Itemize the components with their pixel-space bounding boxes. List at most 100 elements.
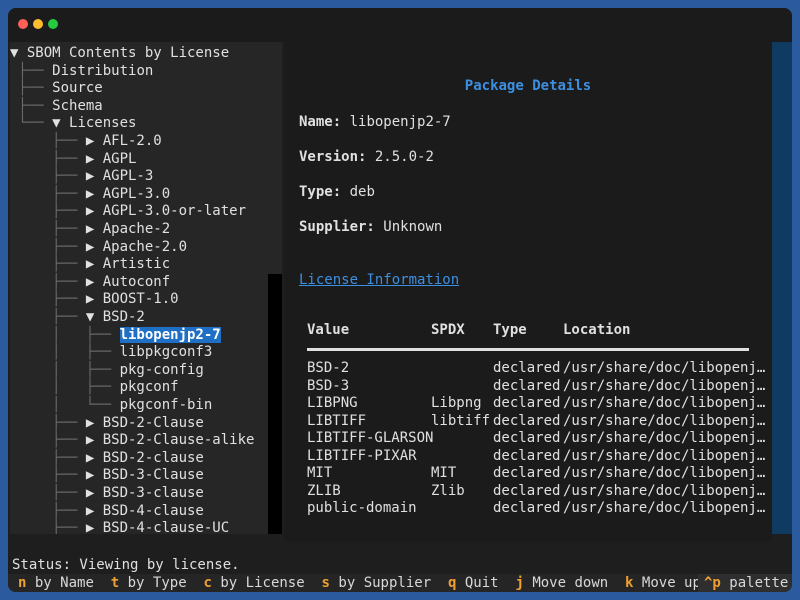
keybinding-key: j (515, 575, 524, 591)
table-cell: declared (493, 465, 561, 481)
license-information-link[interactable]: License Information (299, 272, 459, 288)
tree-branch-glyph: ├── ▶ (10, 485, 103, 501)
table-cell: /usr/share/doc/libopenj… (563, 482, 766, 499)
table-cell: LIBPNG (307, 395, 358, 411)
supplier-value: Unknown (383, 219, 443, 235)
tree-license-item[interactable]: ├── ▶ BSD-4-clause-UC (10, 519, 229, 534)
keybinding-label: by Type (127, 575, 187, 591)
keybinding-label: by License (220, 575, 305, 591)
tree-license-item[interactable]: ├── ▶ Autoconf (10, 273, 170, 291)
tree-item[interactable]: ├── Distribution (10, 62, 153, 80)
tree-node-label: Apache-2 (102, 221, 171, 237)
tree-node-label: AFL-2.0 (102, 133, 162, 149)
tree-scrollbar-thumb[interactable] (268, 42, 282, 274)
table-cell: BSD-2 (307, 360, 350, 376)
tree-package-item[interactable]: │ ├── libopenjp2-7 (10, 326, 221, 344)
tree-node-label: libpkgconf3 (119, 344, 213, 361)
keybinding[interactable]: c by License (204, 575, 322, 591)
tree-license-item[interactable]: ├── ▶ Artistic (10, 255, 170, 273)
tree-node-label: AGPL-3.0-or-later (102, 203, 247, 220)
status-bar: Status: Viewing by license. (8, 556, 792, 574)
close-window-button[interactable] (18, 19, 28, 29)
maximize-window-button[interactable] (48, 19, 58, 29)
keybinding-key: t (110, 575, 120, 591)
table-header-divider (307, 348, 749, 351)
tree-node-label: BOOST-1.0 (102, 291, 179, 308)
table-cell: /usr/share/doc/libopenj… (563, 395, 766, 411)
tree-license-item[interactable]: ├── ▶ AGPL (10, 150, 136, 168)
tree-license-item[interactable]: ├── ▶ BSD-2-clause (10, 449, 204, 467)
tree-package-item[interactable]: │ ├── pkgconf (10, 378, 178, 396)
table-cell: declared (493, 430, 561, 446)
tree-branch-glyph: ├── ▶ (10, 502, 103, 519)
tree-item[interactable]: ├── Source (10, 79, 102, 97)
table-cell: Zlib (431, 482, 465, 499)
column-header-spdx: SPDX (431, 322, 465, 338)
table-cell: LIBTIFF (307, 412, 367, 429)
license-tree[interactable]: ▼ SBOM Contents by License ├── Distribut… (10, 42, 268, 534)
tree-node-label: Schema (52, 97, 103, 114)
table-cell: /usr/share/doc/libopenj… (563, 430, 766, 446)
tree-package-item[interactable]: │ ├── pkg-config (10, 361, 204, 379)
right-edge-bar (772, 42, 792, 534)
supplier-field: Supplier: Unknown (299, 219, 442, 235)
tree-node-label: SBOM Contents by License (26, 45, 230, 61)
minimize-window-button[interactable] (33, 19, 43, 29)
tree-branch-glyph: │ ├── (10, 361, 120, 378)
tree-package-item[interactable]: │ ├── libpkgconf3 (10, 343, 212, 361)
table-cell: BSD-3 (307, 377, 350, 394)
keybinding-list: n by Name t by Type c by License s by Su… (18, 574, 768, 592)
tree-node-label: BSD-2 (102, 309, 145, 325)
terminal: ▼ SBOM Contents by License ├── Distribut… (8, 42, 792, 592)
keybinding[interactable]: s by Supplier (322, 575, 448, 591)
tree-package-item[interactable]: │ └── pkgconf-bin (10, 396, 212, 414)
tree-license-item[interactable]: ├── ▶ BSD-3-clause (10, 484, 204, 502)
version-field: Version: 2.5.0-2 (299, 149, 434, 165)
table-cell: declared (493, 412, 561, 429)
tree-license-item[interactable]: ├── ▶ BSD-3-Clause (10, 466, 204, 484)
tree-node-label: BSD-2-clause (102, 449, 204, 466)
tree-scrollbar-track[interactable] (268, 274, 282, 534)
table-cell: declared (493, 447, 561, 464)
keybinding[interactable]: t by Type (111, 575, 204, 591)
table-cell: MIT (431, 465, 457, 481)
tree-license-item[interactable]: ├── ▶ BSD-4-clause (10, 502, 204, 520)
tree-license-expanded[interactable]: ├── ▼ BSD-2 (10, 308, 145, 326)
keybinding-label: Move up (641, 575, 701, 591)
tree-license-item[interactable]: ├── ▶ BOOST-1.0 (10, 290, 179, 308)
tree-node-label: Licenses (69, 115, 137, 132)
keybinding-label: by Supplier (338, 575, 432, 591)
tree-license-item[interactable]: ├── ▶ Apache-2.0 (10, 238, 187, 256)
tree-license-item[interactable]: ├── ▶ AGPL-3 (10, 167, 153, 185)
tree-branch-glyph: │ ├── (10, 344, 120, 361)
tree-branch-glyph: ├── ▶ (10, 291, 103, 308)
keybinding-key: q (447, 575, 457, 591)
palette-key: ^p (704, 575, 721, 591)
type-value: deb (349, 184, 375, 200)
tree-license-item[interactable]: ├── ▶ AFL-2.0 (10, 132, 162, 150)
package-details-title: Package Details (464, 78, 592, 94)
tree-branch-glyph: ├── ▶ (10, 168, 103, 185)
keybinding-label: Move down (532, 575, 609, 591)
tree-node-label: BSD-2-Clause-alike (102, 432, 255, 449)
keybinding[interactable]: q Quit (448, 575, 515, 591)
table-cell: MIT (307, 465, 333, 481)
keybinding[interactable]: j Move down (515, 575, 625, 591)
table-cell: /usr/share/doc/libopenj… (563, 360, 766, 376)
table-cell: /usr/share/doc/libopenj… (563, 500, 766, 516)
tree-license-item[interactable]: ├── ▶ BSD-2-Clause (10, 414, 204, 432)
tree-item[interactable]: ├── Schema (10, 97, 103, 115)
details-bottom-pad (284, 534, 772, 542)
supplier-label: Supplier: (299, 219, 375, 235)
tree-license-item[interactable]: ├── ▶ BSD-2-Clause-alike (10, 431, 254, 449)
keybinding[interactable]: n by Name (18, 575, 111, 591)
tree-licenses[interactable]: └── ▼ Licenses (10, 114, 136, 132)
tree-license-item[interactable]: ├── ▶ AGPL-3.0 (10, 185, 170, 203)
tree-license-item[interactable]: ├── ▶ Apache-2 (10, 220, 170, 238)
tree-branch-glyph: ├── ▶ (10, 414, 103, 431)
tree-node-label: libopenjp2-7 (119, 326, 221, 343)
tree-license-item[interactable]: ├── ▶ AGPL-3.0-or-later (10, 202, 246, 220)
palette-binding[interactable]: ^p palette (698, 574, 792, 592)
tree-branch-glyph: ├── ▶ (10, 221, 103, 237)
tree-root[interactable]: ▼ SBOM Contents by License (10, 44, 229, 62)
